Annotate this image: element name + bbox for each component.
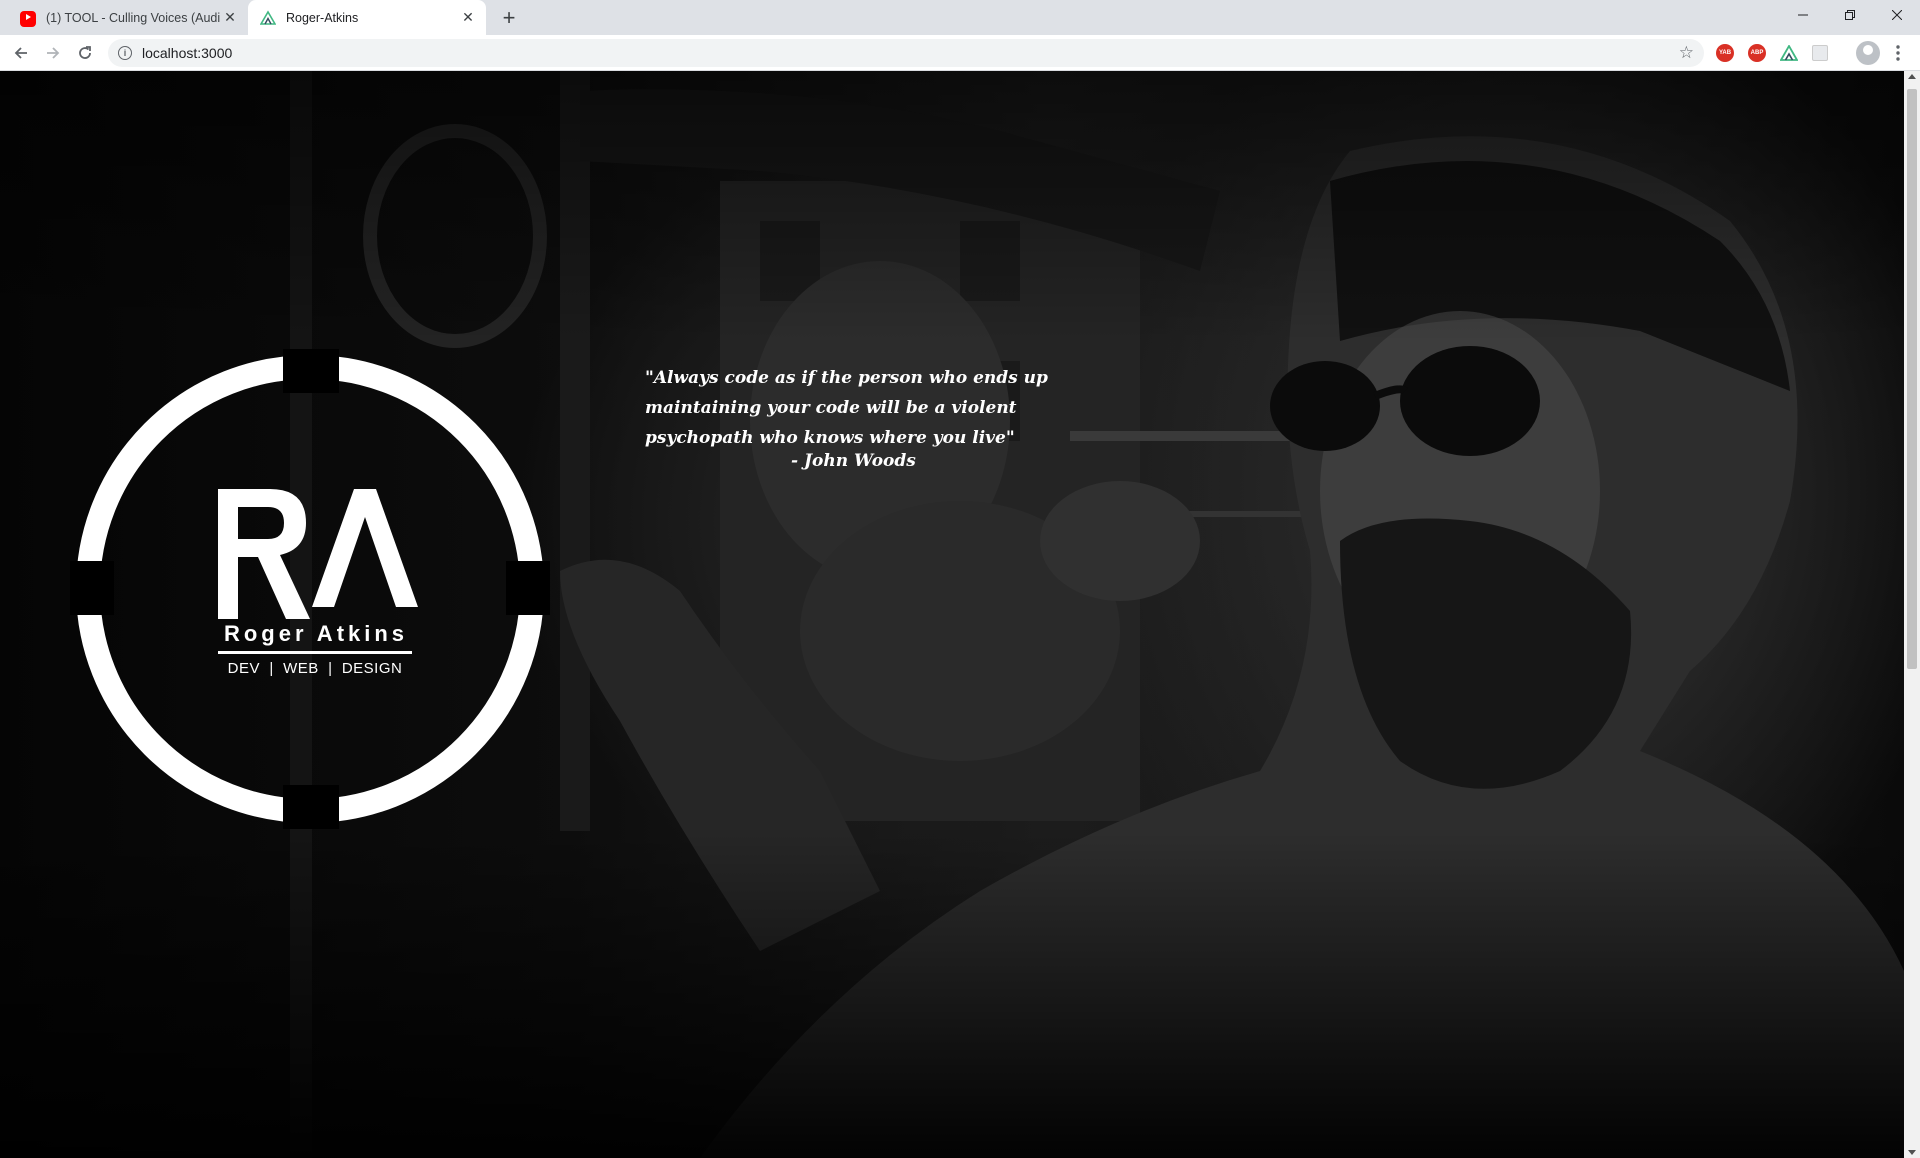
scroll-up-arrow-icon[interactable]: [1908, 74, 1916, 79]
arrow-left-icon: [14, 47, 27, 59]
logo-tagline: DEV | WEB | DESIGN: [227, 660, 403, 677]
forward-button[interactable]: [39, 39, 67, 67]
profile-avatar[interactable]: [1856, 41, 1880, 65]
scroll-thumb[interactable]: [1907, 89, 1917, 669]
tab-roger-atkins[interactable]: Roger-Atkins ✕: [248, 0, 486, 35]
youtube-icon: [20, 10, 36, 27]
restore-icon: [1845, 10, 1855, 20]
vue-devtools-icon[interactable]: [1780, 44, 1798, 62]
tab-title: (1) TOOL - Culling Voices (Audio): [46, 10, 220, 25]
address-url: localhost:3000: [142, 45, 233, 61]
restore-button[interactable]: [1827, 0, 1873, 30]
minimize-icon: [1798, 14, 1808, 16]
new-tab-button[interactable]: +: [496, 5, 522, 30]
tab-strip: (1) TOOL - Culling Voices (Audio) ✕ Roge…: [0, 0, 1920, 35]
back-button[interactable]: [7, 39, 35, 67]
logo-divider: [218, 651, 412, 654]
logo-name: Roger Atkins: [223, 621, 409, 646]
close-window-button[interactable]: [1874, 0, 1920, 30]
hero-quote: "Always code as if the person who ends u…: [645, 368, 1048, 448]
ra-logo: Roger Atkins DEV | WEB | DESIGN: [70, 349, 550, 829]
extension-yab-icon[interactable]: YAB: [1716, 44, 1734, 62]
address-bar[interactable]: i localhost:3000 ☆: [108, 39, 1704, 67]
scroll-down-arrow-icon[interactable]: [1908, 1150, 1916, 1155]
quote-author: - John Woods: [791, 451, 916, 471]
kebab-menu-icon: [1896, 45, 1900, 61]
extension-blank-icon[interactable]: [1812, 45, 1828, 61]
minimize-button[interactable]: [1780, 0, 1826, 30]
reload-button[interactable]: [71, 39, 99, 67]
arrow-right-icon: [47, 47, 60, 59]
ra-initials-mark: [218, 489, 418, 619]
page-viewport: Roger Atkins DEV | WEB | DESIGN "Always …: [0, 71, 1904, 1158]
bookmark-star-icon[interactable]: ☆: [1679, 43, 1694, 63]
site-triangle-icon: [259, 9, 277, 26]
tab-youtube[interactable]: (1) TOOL - Culling Voices (Audio) ✕: [8, 0, 248, 35]
page-scrollbar[interactable]: [1904, 71, 1920, 1158]
close-icon: [1892, 10, 1902, 20]
close-tab-icon[interactable]: ✕: [458, 8, 478, 28]
close-tab-icon[interactable]: ✕: [220, 8, 240, 28]
tab-title: Roger-Atkins: [286, 10, 359, 25]
info-icon[interactable]: i: [118, 46, 132, 60]
reload-icon: [79, 46, 91, 59]
browser-toolbar: i localhost:3000 ☆ YAB ABP: [0, 35, 1920, 71]
chrome-menu-button[interactable]: [1888, 39, 1908, 67]
extension-abp-icon[interactable]: ABP: [1748, 44, 1766, 62]
